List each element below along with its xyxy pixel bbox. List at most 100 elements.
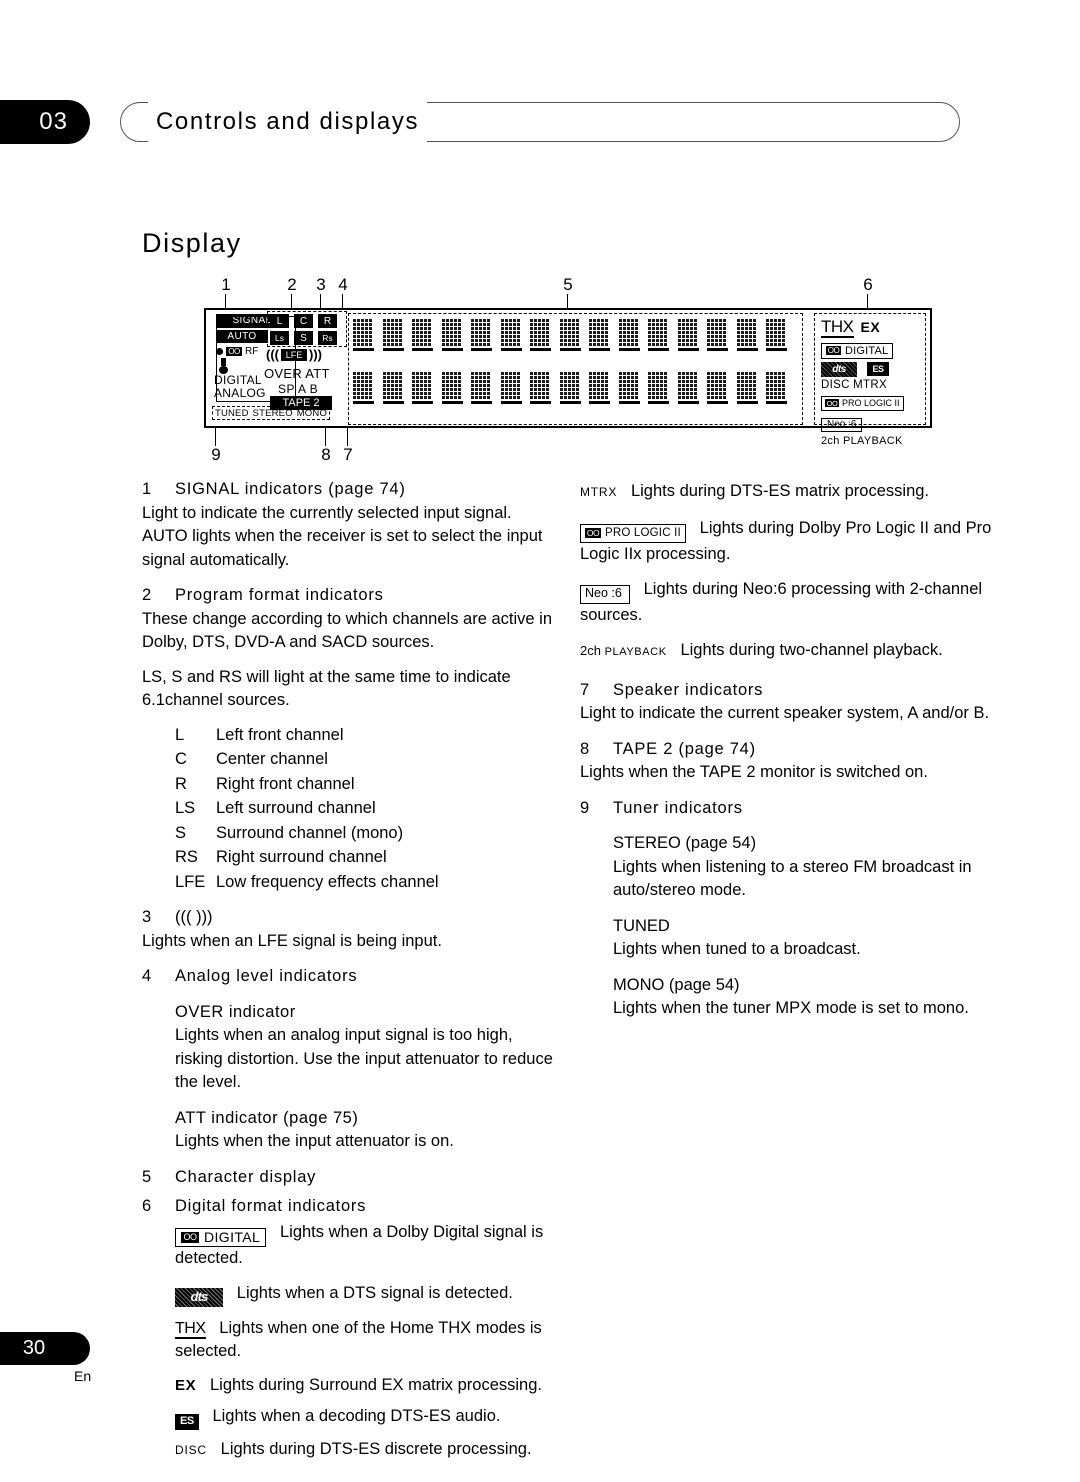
matrix-dot — [634, 343, 638, 346]
matrix-dot — [416, 380, 419, 383]
item-2-body-2: LS, S and RS will light at the same time… — [142, 667, 511, 710]
matrix-dot — [538, 339, 541, 342]
matrix-dot — [634, 376, 638, 379]
matrix-dot — [634, 335, 638, 338]
matrix-dot — [774, 388, 777, 391]
dot-matrix-grid — [412, 319, 431, 346]
matrix-dot — [766, 323, 769, 326]
matrix-dot — [740, 331, 744, 334]
matrix-dot — [449, 380, 453, 383]
matrix-dot — [382, 372, 386, 375]
lfe-row: ((( LFE ))) — [266, 348, 344, 361]
matrix-dot — [512, 339, 516, 342]
matrix-dot — [390, 323, 394, 326]
matrix-dot — [689, 384, 693, 387]
matrix-dot — [660, 339, 663, 342]
matrix-dot — [681, 331, 685, 334]
matrix-dot — [449, 372, 453, 375]
matrix-dot — [715, 331, 718, 334]
matrix-dot — [593, 335, 596, 338]
matrix-dot — [479, 372, 482, 375]
matrix-dot — [424, 343, 427, 346]
dot-matrix-grid — [707, 319, 726, 346]
matrix-dot — [660, 380, 663, 383]
matrix-dot — [685, 396, 689, 399]
matrix-dot — [719, 335, 722, 338]
matrix-dot — [707, 388, 710, 391]
matrix-dot — [689, 343, 693, 346]
matrix-dot — [770, 339, 773, 342]
matrix-dot — [774, 319, 777, 322]
character-cell — [441, 319, 463, 351]
matrix-dot — [681, 388, 685, 391]
matrix-dot — [479, 396, 482, 399]
dts-desc: Lights when a DTS signal is detected. — [236, 1284, 513, 1303]
matrix-dot — [563, 331, 567, 334]
channel-legend-desc: Surround channel (mono) — [216, 823, 404, 842]
callout-4: 4 — [338, 275, 348, 294]
matrix-dot — [622, 319, 626, 322]
matrix-dot — [508, 396, 512, 399]
matrix-dot — [664, 319, 667, 322]
matrix-dot — [681, 372, 685, 375]
matrix-dot — [626, 396, 630, 399]
matrix-dot — [449, 396, 453, 399]
character-cell — [441, 372, 463, 404]
character-underline-bar — [353, 401, 374, 404]
matrix-dot — [353, 327, 356, 330]
matrix-dot — [689, 331, 693, 334]
matrix-dot — [601, 396, 604, 399]
matrix-dot — [512, 327, 516, 330]
matrix-dot — [601, 327, 604, 330]
matrix-dot — [445, 335, 449, 338]
matrix-dot — [441, 331, 445, 334]
matrix-dot — [707, 392, 710, 395]
pro-logic-badge: OO PRO LOGIC II — [821, 395, 904, 411]
matrix-dot — [365, 372, 368, 375]
matrix-dot — [500, 339, 504, 342]
matrix-dot — [719, 327, 722, 330]
matrix-dot — [719, 331, 722, 334]
matrix-dot — [441, 376, 445, 379]
matrix-dot — [382, 335, 386, 338]
matrix-dot — [471, 384, 474, 387]
matrix-dot — [416, 388, 419, 391]
character-cell — [559, 319, 581, 351]
matrix-dot — [471, 343, 474, 346]
callout-1: 1 — [221, 275, 231, 294]
matrix-dot — [774, 376, 777, 379]
matrix-dot — [681, 327, 685, 330]
matrix-dot — [424, 335, 427, 338]
matrix-dot — [538, 335, 541, 338]
matrix-dot — [770, 331, 773, 334]
matrix-dot — [386, 392, 390, 395]
matrix-dot — [471, 323, 474, 326]
matrix-dot — [516, 343, 520, 346]
matrix-dot — [652, 327, 655, 330]
matrix-dot — [648, 376, 651, 379]
matrix-dot — [652, 319, 655, 322]
matrix-dot — [479, 319, 482, 322]
matrix-dot — [711, 372, 714, 375]
matrix-dot — [449, 323, 453, 326]
character-underline-bar — [707, 348, 728, 351]
matrix-dot — [530, 396, 533, 399]
matrix-dot — [534, 331, 537, 334]
character-underline-bar — [559, 401, 581, 404]
matrix-dot — [736, 384, 740, 387]
matrix-dot — [357, 396, 360, 399]
matrix-dot — [420, 343, 423, 346]
matrix-dot — [441, 319, 445, 322]
matrix-dot — [656, 380, 659, 383]
matrix-dot — [723, 376, 726, 379]
matrix-dot — [546, 384, 549, 387]
channel-legend-key: C — [175, 750, 187, 768]
matrix-dot — [664, 335, 667, 338]
matrix-dot — [652, 384, 655, 387]
matrix-dot — [542, 339, 545, 342]
matrix-dot — [538, 372, 541, 375]
matrix-dot — [685, 380, 689, 383]
matrix-dot — [428, 380, 431, 383]
matrix-dot — [618, 392, 622, 395]
item-1-heading: 1 SIGNAL indicators (page 74) — [142, 478, 557, 502]
